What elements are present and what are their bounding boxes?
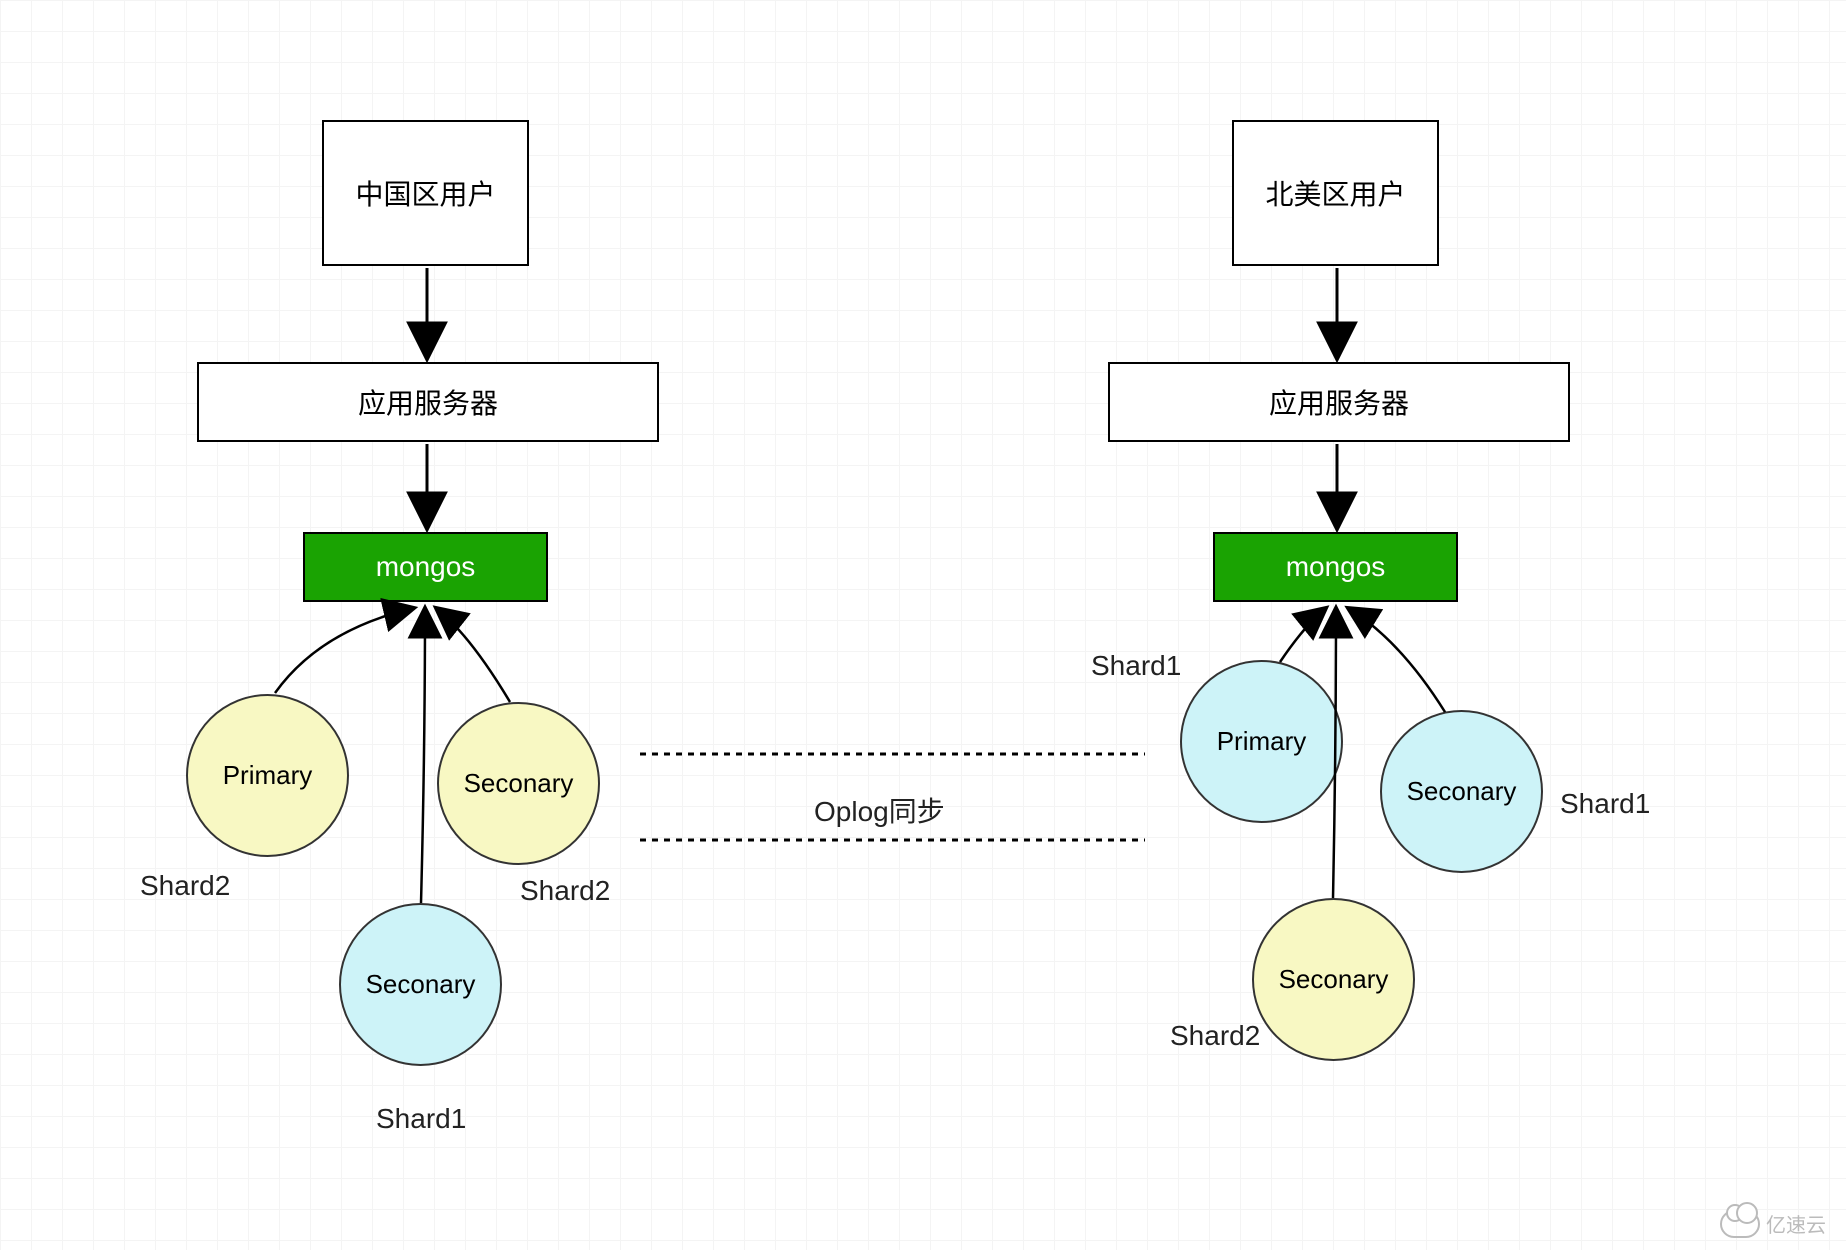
left-mongos-box: mongos [303, 532, 548, 602]
left-user-box: 中国区用户 [322, 120, 529, 266]
right-user-box: 北美区用户 [1232, 120, 1439, 266]
diagram-stage: 中国区用户 应用服务器 mongos Primary Seconary Seco… [0, 0, 1846, 1250]
right-mongos-label: mongos [1286, 551, 1386, 583]
right-app-server-label: 应用服务器 [1269, 382, 1409, 422]
left-secondary-right-label: Seconary [464, 768, 574, 799]
left-primary-label: Primary [223, 760, 313, 791]
oplog-sync-label: Oplog同步 [814, 790, 945, 830]
left-user-label: 中国区用户 [355, 173, 495, 213]
left-secondary-right-node: Seconary [437, 702, 600, 865]
right-shard-secondary-bottom-label: Shard2 [1170, 1020, 1260, 1052]
right-primary-label: Primary [1217, 726, 1307, 757]
right-app-server-box: 应用服务器 [1108, 362, 1570, 442]
left-secondary-bottom-node: Seconary [339, 903, 502, 1066]
left-secondary-bottom-label: Seconary [366, 969, 476, 1000]
left-app-server-box: 应用服务器 [197, 362, 659, 442]
right-mongos-box: mongos [1213, 532, 1458, 602]
left-shard-secondary-right-label: Shard2 [520, 875, 610, 907]
right-user-label: 北美区用户 [1265, 173, 1405, 213]
right-secondary-bottom-node: Seconary [1252, 898, 1415, 1061]
right-shard-secondary-right-label: Shard1 [1560, 788, 1650, 820]
right-secondary-bottom-label: Seconary [1279, 964, 1389, 995]
left-mongos-label: mongos [376, 551, 476, 583]
right-secondary-right-node: Seconary [1380, 710, 1543, 873]
cloud-icon [1720, 1210, 1760, 1238]
right-primary-node: Primary [1180, 660, 1343, 823]
left-primary-node: Primary [186, 694, 349, 857]
right-secondary-right-label: Seconary [1407, 776, 1517, 807]
watermark-text: 亿速云 [1766, 1209, 1826, 1238]
left-shard-secondary-bottom-label: Shard1 [376, 1103, 466, 1135]
right-shard-primary-label: Shard1 [1091, 650, 1181, 682]
left-app-server-label: 应用服务器 [358, 382, 498, 422]
left-shard-primary-label: Shard2 [140, 870, 230, 902]
watermark: 亿速云 [1720, 1209, 1826, 1238]
